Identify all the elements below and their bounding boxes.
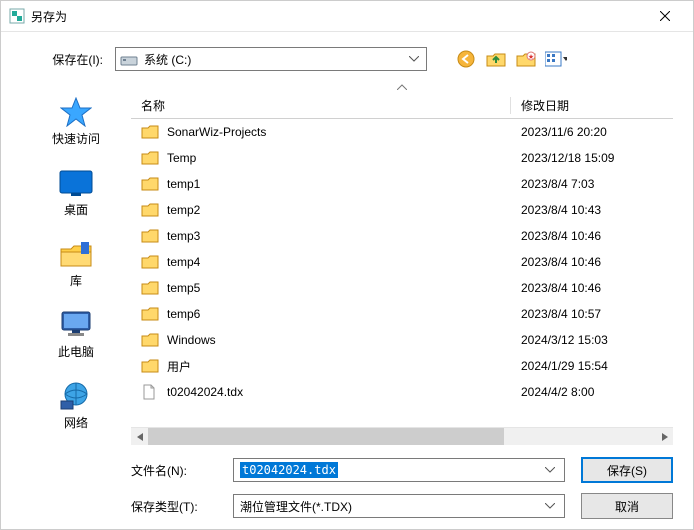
close-button[interactable] bbox=[645, 2, 685, 30]
item-date: 2023/8/4 10:46 bbox=[511, 255, 673, 269]
save-in-row: 保存在(I): 系统 (C:) ★ bbox=[21, 42, 673, 76]
chevron-down-icon bbox=[406, 48, 422, 70]
folder-row[interactable]: temp1 2023/8/4 7:03 bbox=[131, 171, 673, 197]
form-area: 文件名(N): t02042024.tdx 保存(S) 保存类型(T): 潮位管… bbox=[21, 457, 673, 519]
file-icon bbox=[141, 384, 159, 400]
place-libraries[interactable]: 库 bbox=[21, 234, 131, 297]
place-network[interactable]: 网络 bbox=[21, 376, 131, 439]
filename-input[interactable]: t02042024.tdx bbox=[233, 458, 565, 482]
scroll-left-arrow[interactable] bbox=[131, 428, 148, 445]
item-name: SonarWiz-Projects bbox=[167, 125, 266, 139]
column-date-header[interactable]: 修改日期 bbox=[511, 97, 673, 114]
item-date: 2023/8/4 10:43 bbox=[511, 203, 673, 217]
chevron-down-icon bbox=[542, 503, 558, 509]
item-date: 2024/3/12 15:03 bbox=[511, 333, 673, 347]
place-quick-access[interactable]: 快速访问 bbox=[21, 92, 131, 155]
item-name: temp1 bbox=[167, 177, 200, 191]
filetype-label: 保存类型(T): bbox=[131, 498, 223, 515]
up-one-level-button[interactable] bbox=[485, 48, 507, 70]
app-icon bbox=[9, 8, 25, 24]
file-row[interactable]: t02042024.tdx 2024/4/2 8:00 bbox=[131, 379, 673, 405]
item-name: Windows bbox=[167, 333, 216, 347]
folder-icon bbox=[141, 202, 159, 218]
save-in-label: 保存在(I): bbox=[21, 51, 107, 68]
item-name: temp5 bbox=[167, 281, 200, 295]
save-button[interactable]: 保存(S) bbox=[581, 457, 673, 483]
item-name: temp6 bbox=[167, 307, 200, 321]
filetype-value: 潮位管理文件(*.TDX) bbox=[240, 498, 352, 515]
save-as-dialog: 另存为 保存在(I): 系统 (C:) bbox=[0, 0, 694, 530]
view-menu-button[interactable] bbox=[545, 48, 567, 70]
filename-label: 文件名(N): bbox=[131, 462, 223, 479]
item-date: 2023/8/4 10:57 bbox=[511, 307, 673, 321]
folder-icon bbox=[141, 150, 159, 166]
item-name: temp3 bbox=[167, 229, 200, 243]
scroll-up-indicator[interactable] bbox=[131, 82, 673, 92]
quick-access-icon bbox=[58, 96, 94, 128]
horizontal-scrollbar[interactable] bbox=[131, 427, 673, 445]
new-folder-button[interactable]: ★ bbox=[515, 48, 537, 70]
place-label: 桌面 bbox=[64, 201, 88, 218]
desktop-icon bbox=[58, 167, 94, 199]
window-title: 另存为 bbox=[31, 8, 645, 25]
item-date: 2024/4/2 8:00 bbox=[511, 385, 673, 399]
folder-row[interactable]: temp2 2023/8/4 10:43 bbox=[131, 197, 673, 223]
item-date: 2024/1/29 15:54 bbox=[511, 359, 673, 373]
folder-icon bbox=[141, 254, 159, 270]
drive-icon bbox=[120, 51, 138, 67]
place-label: 网络 bbox=[64, 414, 88, 431]
folder-row[interactable]: Windows 2024/3/12 15:03 bbox=[131, 327, 673, 353]
place-label: 快速访问 bbox=[52, 130, 100, 147]
folder-icon bbox=[141, 124, 159, 140]
libraries-icon bbox=[58, 238, 94, 270]
item-name: t02042024.tdx bbox=[167, 385, 243, 399]
save-in-value: 系统 (C:) bbox=[144, 51, 191, 68]
item-name: 用户 bbox=[167, 358, 191, 375]
back-button[interactable] bbox=[455, 48, 477, 70]
folder-icon bbox=[141, 306, 159, 322]
chevron-down-icon bbox=[542, 467, 558, 473]
folder-icon bbox=[141, 358, 159, 374]
item-name: temp4 bbox=[167, 255, 200, 269]
place-label: 库 bbox=[70, 272, 82, 289]
column-name-header[interactable]: 名称 bbox=[131, 97, 511, 114]
item-name: temp2 bbox=[167, 203, 200, 217]
toolbar: ★ bbox=[455, 48, 567, 70]
this-pc-icon bbox=[58, 309, 94, 341]
scroll-right-arrow[interactable] bbox=[656, 428, 673, 445]
column-headers: 名称 修改日期 bbox=[131, 92, 673, 119]
folder-row[interactable]: temp4 2023/8/4 10:46 bbox=[131, 249, 673, 275]
folder-row[interactable]: 用户 2024/1/29 15:54 bbox=[131, 353, 673, 379]
folder-icon bbox=[141, 280, 159, 296]
scroll-thumb[interactable] bbox=[148, 428, 504, 445]
titlebar: 另存为 bbox=[1, 1, 693, 32]
item-date: 2023/8/4 7:03 bbox=[511, 177, 673, 191]
scroll-track[interactable] bbox=[148, 428, 656, 445]
cancel-button[interactable]: 取消 bbox=[581, 493, 673, 519]
place-desktop[interactable]: 桌面 bbox=[21, 163, 131, 226]
folder-row[interactable]: Temp 2023/12/18 15:09 bbox=[131, 145, 673, 171]
item-date: 2023/8/4 10:46 bbox=[511, 229, 673, 243]
folder-row[interactable]: temp3 2023/8/4 10:46 bbox=[131, 223, 673, 249]
place-this-pc[interactable]: 此电脑 bbox=[21, 305, 131, 368]
place-label: 此电脑 bbox=[58, 343, 94, 360]
network-icon bbox=[58, 380, 94, 412]
folder-row[interactable]: temp5 2023/8/4 10:46 bbox=[131, 275, 673, 301]
item-date: 2023/12/18 15:09 bbox=[511, 151, 673, 165]
folder-icon bbox=[141, 176, 159, 192]
folder-icon bbox=[141, 332, 159, 348]
save-in-combo[interactable]: 系统 (C:) bbox=[115, 47, 427, 71]
item-date: 2023/8/4 10:46 bbox=[511, 281, 673, 295]
folder-icon bbox=[141, 228, 159, 244]
folder-row[interactable]: temp6 2023/8/4 10:57 bbox=[131, 301, 673, 327]
folder-row[interactable]: SonarWiz-Projects 2023/11/6 20:20 bbox=[131, 119, 673, 145]
item-name: Temp bbox=[167, 151, 196, 165]
item-date: 2023/11/6 20:20 bbox=[511, 125, 673, 139]
places-sidebar: 快速访问 桌面 库 bbox=[21, 82, 131, 445]
filetype-combo[interactable]: 潮位管理文件(*.TDX) bbox=[233, 494, 565, 518]
svg-text:★: ★ bbox=[528, 53, 534, 61]
filename-value: t02042024.tdx bbox=[240, 462, 338, 478]
file-list: 名称 修改日期 SonarWiz-Projects 2023/11/6 20:20… bbox=[131, 82, 673, 445]
